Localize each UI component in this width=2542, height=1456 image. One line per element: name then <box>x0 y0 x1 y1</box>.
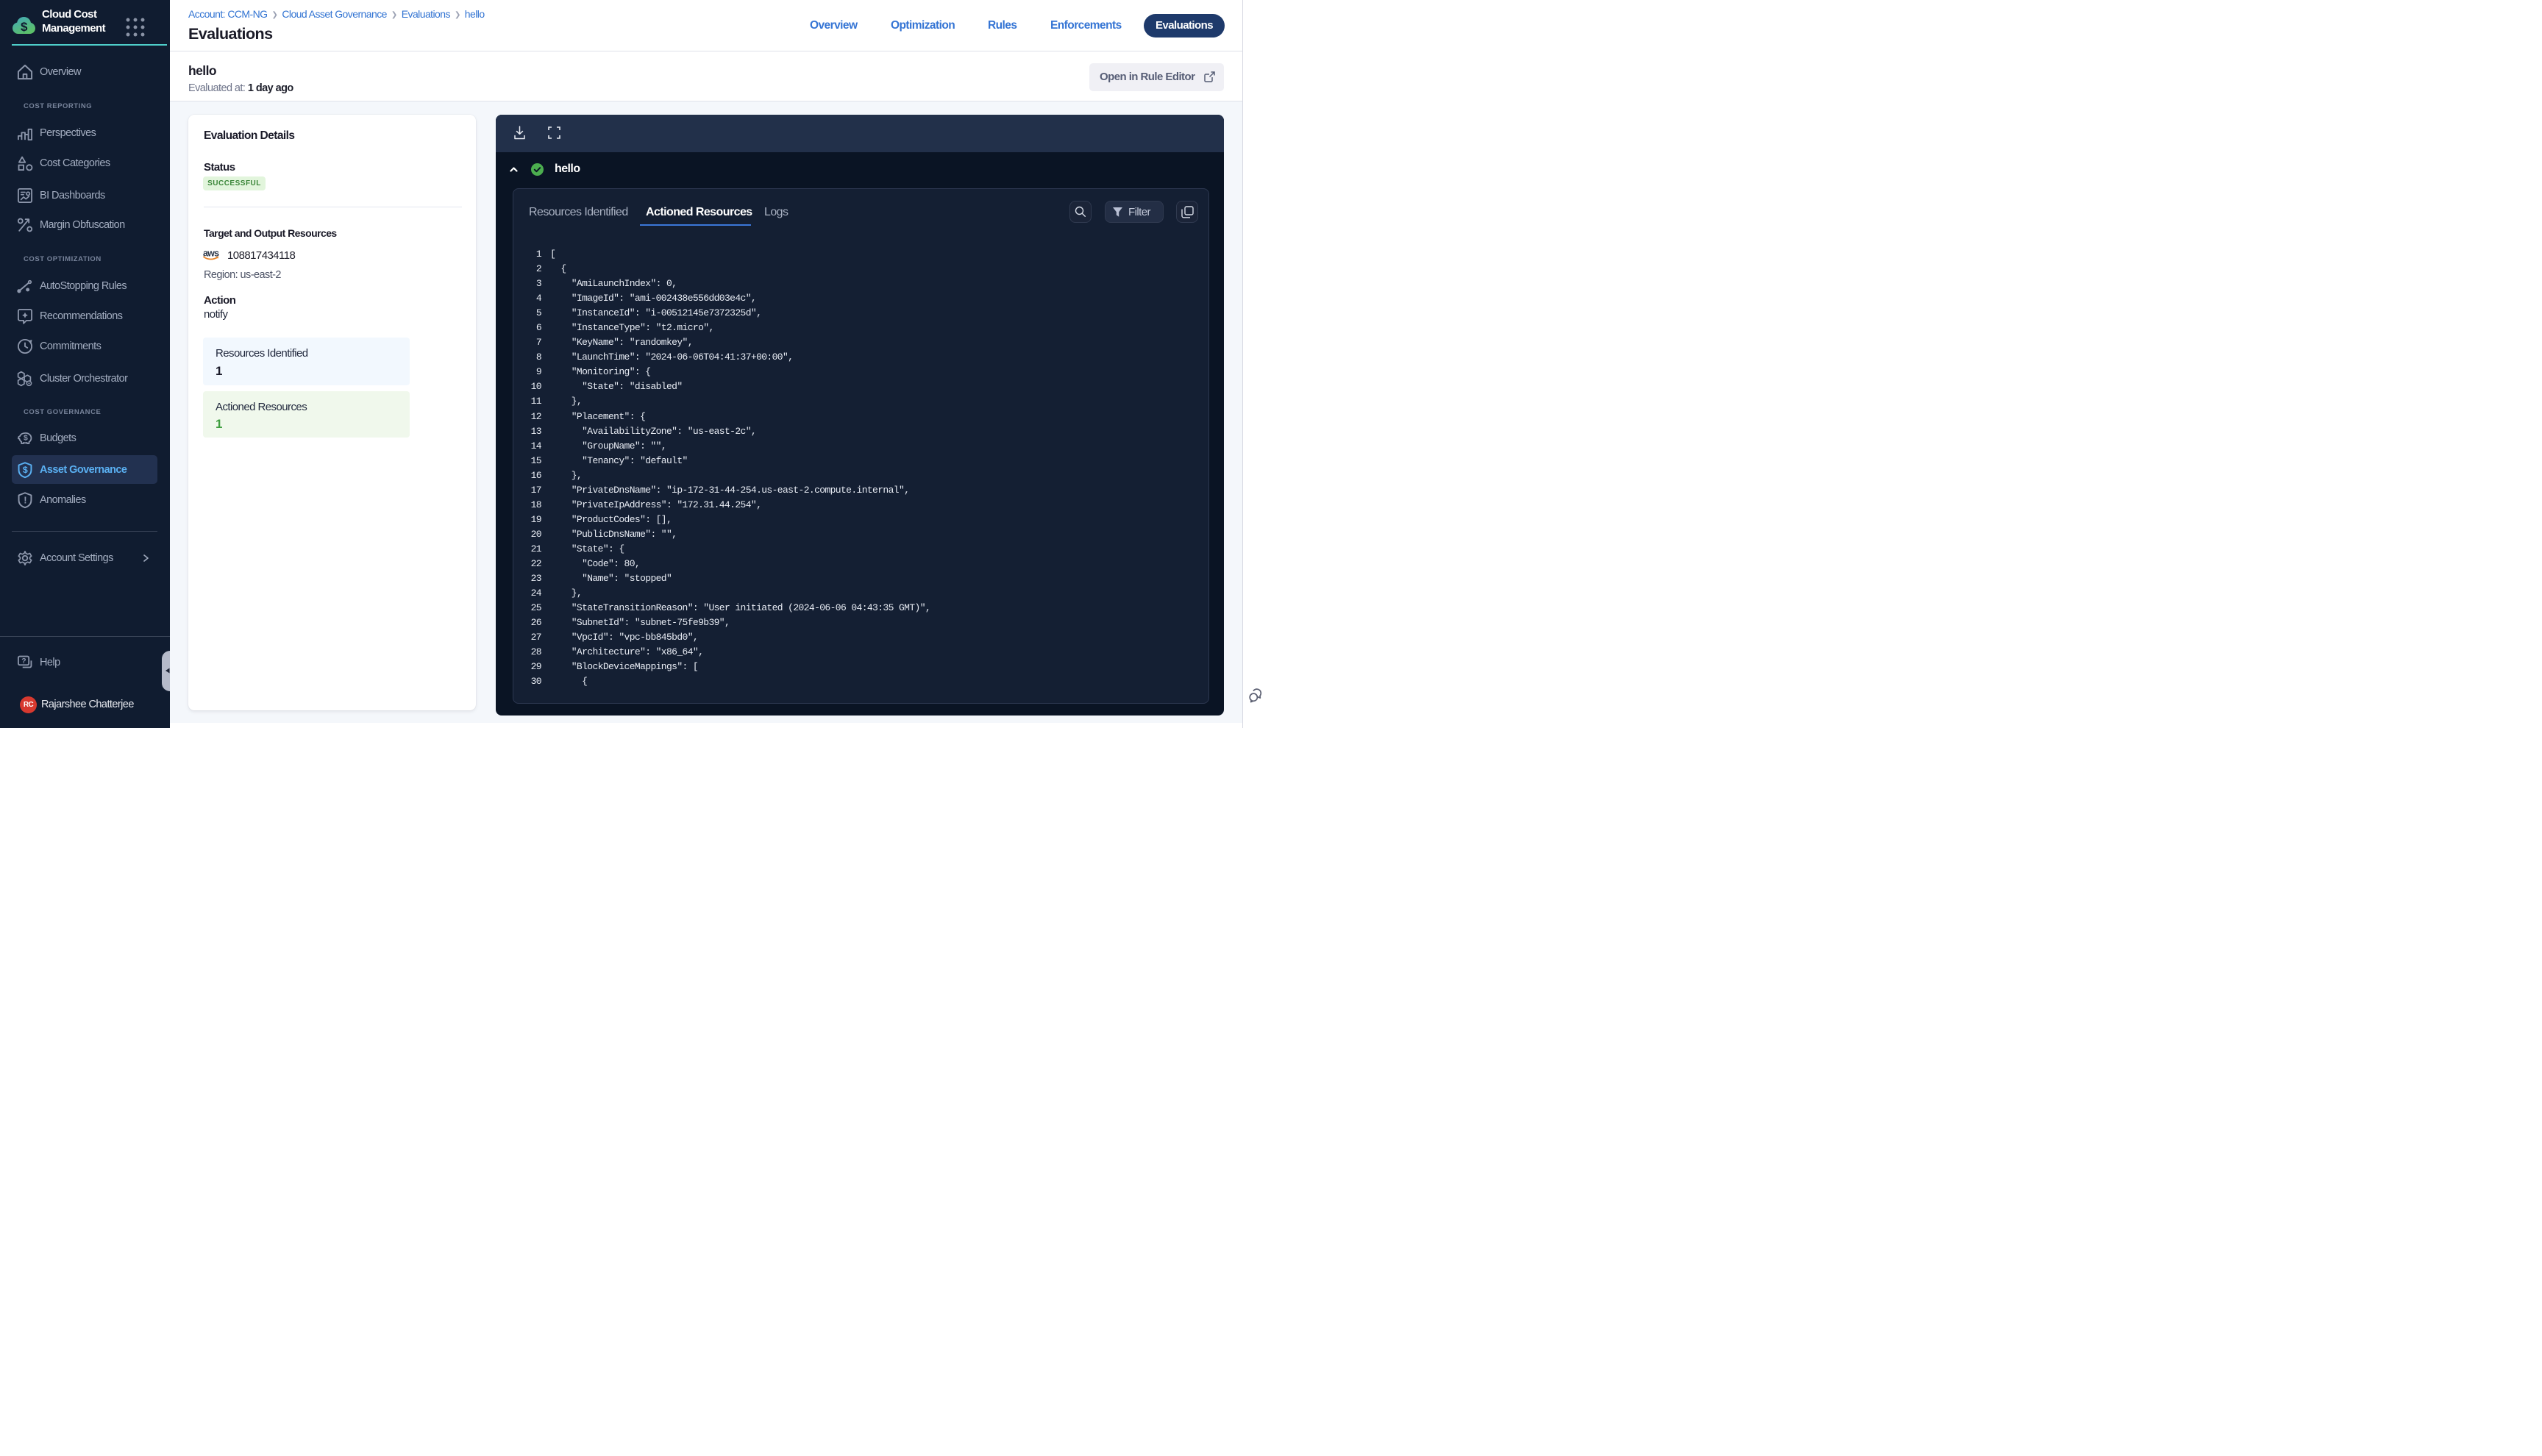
svg-text:$: $ <box>23 465 28 475</box>
svg-text:$: $ <box>24 435 28 443</box>
svg-text:?: ? <box>21 657 26 665</box>
svg-text:$: $ <box>21 20 28 34</box>
svg-text:!: ! <box>24 494 26 505</box>
